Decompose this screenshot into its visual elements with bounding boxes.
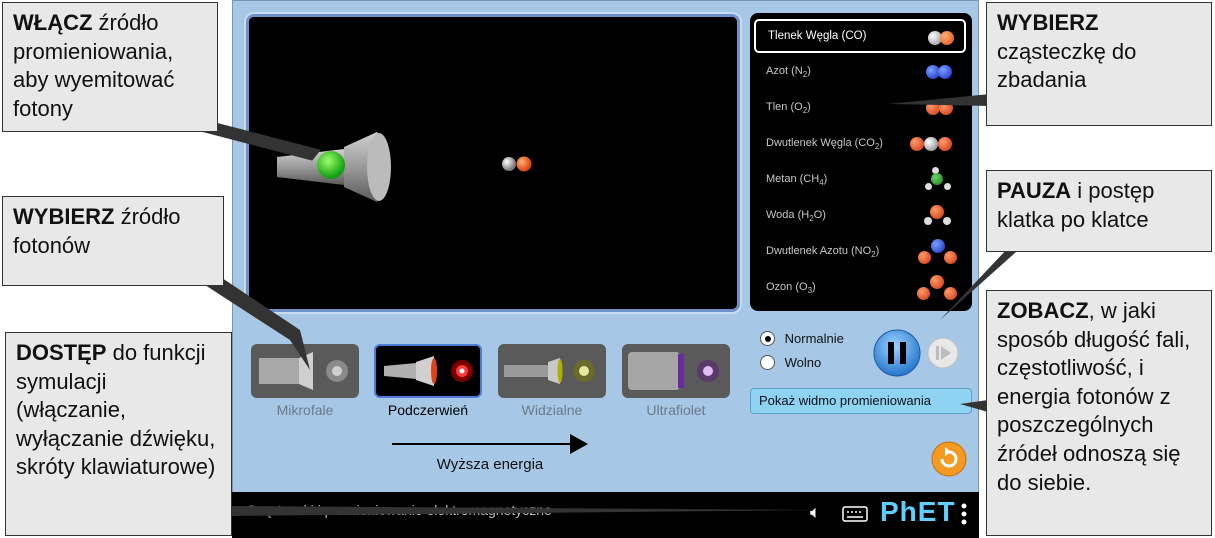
callout-turn-on: WŁĄCZ źródło promieniowania, aby wyemito… xyxy=(2,2,218,132)
callout-select-source: WYBIERZ źródło fotonów xyxy=(2,196,224,286)
callout-access-features: DOSTĘP do funkcji symulacji (włączanie, … xyxy=(5,332,232,536)
callout-pause: PAUZA i postęp klatka po klatce xyxy=(986,170,1212,252)
callout-choose-molecule: WYBIERZ cząsteczkę do zbadania xyxy=(986,2,1212,126)
callout-see-spectrum: ZOBACZ, w jaki sposób długość fali, częs… xyxy=(986,290,1212,536)
